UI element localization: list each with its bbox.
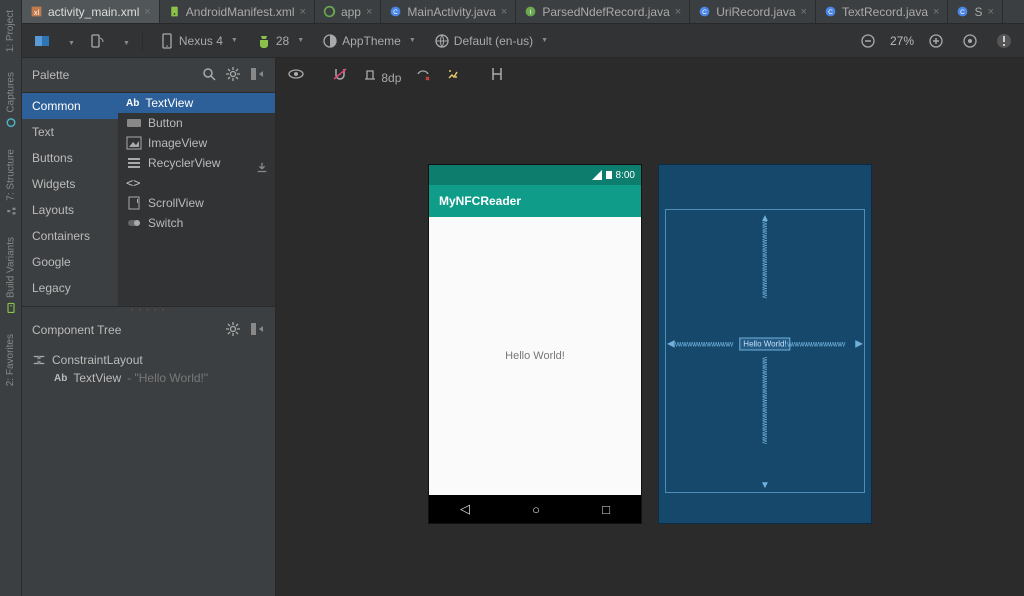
palette-cat-common[interactable]: Common bbox=[22, 93, 118, 119]
tab-urirecord-java[interactable]: CUriRecord.java× bbox=[690, 0, 816, 23]
palette-settings-icon[interactable] bbox=[225, 66, 241, 85]
device-label: Nexus 4 bbox=[179, 34, 223, 48]
view-options-icon[interactable] bbox=[288, 66, 304, 85]
palette-cat-text[interactable]: Text bbox=[22, 119, 118, 145]
close-icon[interactable]: × bbox=[933, 6, 939, 18]
api-selector[interactable]: 28 bbox=[252, 31, 308, 51]
svg-text:I: I bbox=[530, 9, 532, 16]
clear-constraints-icon[interactable] bbox=[415, 66, 431, 85]
palette-categories: CommonTextButtonsWidgetsLayoutsContainer… bbox=[22, 93, 118, 306]
close-icon[interactable]: × bbox=[501, 6, 507, 18]
design-surface: 8dp 8:00 MyNFCReader bbox=[276, 58, 1024, 596]
palette-cat-layouts[interactable]: Layouts bbox=[22, 197, 118, 223]
close-icon[interactable]: × bbox=[987, 6, 993, 18]
palette-item-button[interactable]: Button bbox=[118, 113, 275, 133]
tab-activity_main-xml[interactable]: xlactivity_main.xml× bbox=[22, 0, 160, 23]
download-icon[interactable] bbox=[255, 161, 269, 175]
svg-text:C: C bbox=[828, 9, 833, 16]
tab-textrecord-java[interactable]: CTextRecord.java× bbox=[816, 0, 948, 23]
infer-constraints-icon[interactable] bbox=[445, 66, 461, 85]
preview-content: Hello World! bbox=[429, 217, 641, 495]
svg-text:C: C bbox=[394, 9, 399, 16]
svg-text:C: C bbox=[961, 9, 966, 16]
nav-bar: ◁ ○ □ bbox=[429, 495, 641, 523]
close-icon[interactable]: × bbox=[144, 6, 150, 18]
nav-home-icon: ○ bbox=[532, 502, 540, 517]
palette-cat-containers[interactable]: Containers bbox=[22, 223, 118, 249]
warnings-button[interactable] bbox=[992, 31, 1016, 51]
ctree-hide-icon[interactable] bbox=[249, 321, 265, 340]
close-icon[interactable]: × bbox=[801, 6, 807, 18]
close-icon[interactable]: × bbox=[675, 6, 681, 18]
palette-cat-legacy[interactable]: Legacy bbox=[22, 275, 118, 301]
magnet-icon[interactable] bbox=[332, 66, 348, 85]
palette-search-icon[interactable] bbox=[201, 66, 217, 85]
blueprint-preview[interactable]: ▲ wwwwwwwwwwwwwwww ◀ wwwwwwwwwwww Hello … bbox=[659, 165, 871, 523]
svg-text:C: C bbox=[702, 9, 707, 16]
component-tree-title: Component Tree bbox=[32, 323, 217, 337]
zoom-in-button[interactable] bbox=[924, 31, 948, 51]
palette-cat-google[interactable]: Google bbox=[22, 249, 118, 275]
svg-text:xl: xl bbox=[34, 8, 40, 17]
palette-items: AbTextViewButtonImageViewRecyclerView<>S… bbox=[118, 93, 275, 306]
tab-parsedndefrecord-java[interactable]: IParsedNdefRecord.java× bbox=[516, 0, 690, 23]
zoom-out-button[interactable] bbox=[856, 31, 880, 51]
rail-favorites[interactable]: 2: Favorites bbox=[5, 324, 16, 396]
palette-item-imageview[interactable]: ImageView bbox=[118, 133, 275, 153]
rail-structure[interactable]: 7: Structure bbox=[5, 139, 17, 227]
palette-item-switch[interactable]: Switch bbox=[118, 213, 275, 233]
zoom-level: 27% bbox=[890, 34, 914, 48]
pack-icon[interactable] bbox=[489, 66, 505, 85]
tool-window-rail: 1: Project Captures 7: Structure Build V… bbox=[0, 0, 22, 596]
design-preview[interactable]: 8:00 MyNFCReader Hello World! ◁ ○ □ bbox=[429, 165, 641, 523]
palette-item-fragment[interactable]: <> bbox=[118, 173, 275, 193]
api-label: 28 bbox=[276, 34, 289, 48]
palette-cat-buttons[interactable]: Buttons bbox=[22, 145, 118, 171]
tab-app[interactable]: app× bbox=[315, 0, 381, 23]
nav-back-icon: ◁ bbox=[460, 501, 470, 517]
theme-label: AppTheme bbox=[342, 34, 401, 48]
palette-cat-widgets[interactable]: Widgets bbox=[22, 171, 118, 197]
close-icon[interactable]: × bbox=[366, 6, 372, 18]
tab-mainactivity-java[interactable]: CMainActivity.java× bbox=[381, 0, 516, 23]
editor-tabs: xlactivity_main.xml×AndroidManifest.xml×… bbox=[22, 0, 1024, 24]
locale-label: Default (en-us) bbox=[454, 34, 533, 48]
rail-build-variants[interactable]: Build Variants bbox=[5, 227, 17, 324]
palette-item-scrollview[interactable]: ScrollView bbox=[118, 193, 275, 213]
panel-resize-grip[interactable]: • • • • • bbox=[22, 307, 275, 315]
device-selector[interactable]: Nexus 4 bbox=[155, 31, 242, 51]
orientation-toggle[interactable] bbox=[85, 31, 109, 51]
blueprint-textview[interactable]: Hello World! bbox=[739, 338, 790, 351]
design-toolbar: Nexus 4 28 AppTheme Default (en-us) 27% bbox=[22, 24, 1024, 58]
palette-panel: Palette CommonTextButtonsWidgetsLayoutsC… bbox=[22, 58, 276, 596]
palette-title: Palette bbox=[32, 68, 193, 82]
rail-project[interactable]: 1: Project bbox=[5, 0, 16, 62]
palette-item-recyclerview[interactable]: RecyclerView bbox=[118, 153, 275, 173]
theme-selector[interactable]: AppTheme bbox=[318, 31, 420, 51]
ctree-settings-icon[interactable] bbox=[225, 321, 241, 340]
ctree-child[interactable]: Ab TextView - "Hello World!" bbox=[54, 369, 265, 387]
design-surface-toggle[interactable] bbox=[30, 31, 54, 51]
locale-selector[interactable]: Default (en-us) bbox=[430, 31, 552, 51]
palette-hide-icon[interactable] bbox=[249, 66, 265, 85]
nav-recent-icon: □ bbox=[602, 502, 610, 517]
tab-androidmanifest-xml[interactable]: AndroidManifest.xml× bbox=[160, 0, 315, 23]
palette-item-textview[interactable]: AbTextView bbox=[118, 93, 275, 113]
status-time: 8:00 bbox=[616, 170, 635, 181]
close-icon[interactable]: × bbox=[300, 6, 306, 18]
default-margin[interactable]: 8dp bbox=[362, 66, 401, 85]
app-bar: MyNFCReader bbox=[429, 185, 641, 217]
rail-captures[interactable]: Captures bbox=[5, 62, 17, 139]
zoom-fit-button[interactable] bbox=[958, 31, 982, 51]
status-bar: 8:00 bbox=[429, 165, 641, 185]
tab-s[interactable]: CS× bbox=[948, 0, 1002, 23]
ctree-root[interactable]: ConstraintLayout bbox=[32, 351, 265, 369]
component-tree: ConstraintLayout Ab TextView - "Hello Wo… bbox=[22, 345, 275, 596]
